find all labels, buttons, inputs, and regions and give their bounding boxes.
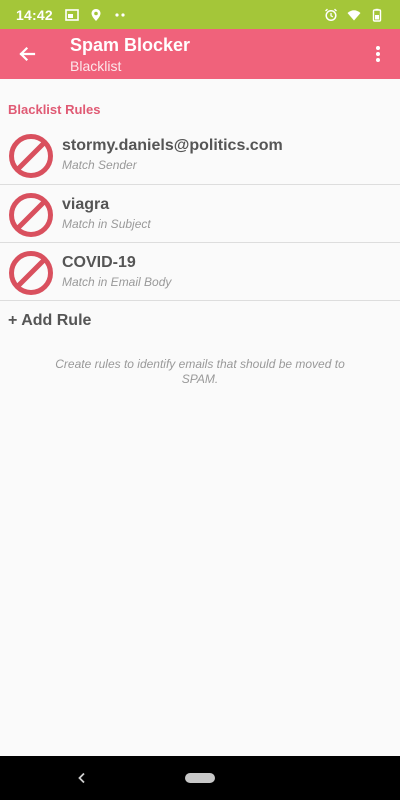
block-icon [9,193,53,237]
rule-match-type: Match Sender [62,158,137,172]
nav-back-button[interactable] [72,768,92,788]
wifi-icon [347,9,361,20]
navigation-bar [0,756,400,800]
page-subtitle: Blacklist [70,58,122,74]
status-icons-right [324,8,384,22]
status-time: 14:42 [16,6,53,23]
overflow-menu-button[interactable] [366,42,390,66]
rule-item[interactable]: viagra Match in Subject [0,185,400,243]
page-title: Spam Blocker [70,35,191,55]
rule-title: COVID-19 [62,254,136,271]
nav-home-pill[interactable] [185,773,215,783]
location-icon [91,8,101,21]
rule-title: stormy.daniels@politics.com [62,137,283,154]
add-rule-button[interactable]: + Add Rule [8,312,91,330]
back-button[interactable] [14,41,40,67]
arrow-back-icon [19,46,36,62]
status-icons-left [65,8,127,22]
rule-item[interactable]: stormy.daniels@politics.com Match Sender [0,126,400,185]
gallery-icon [65,8,79,21]
alarm-icon [325,8,337,21]
status-bar: 14:42 [0,0,400,29]
chevron-left-icon [78,772,85,784]
help-text: Create rules to identify emails that sho… [55,357,345,386]
rule-match-type: Match in Subject [62,217,151,231]
battery-icon [372,8,382,22]
rule-item[interactable]: COVID-19 Match in Email Body [0,243,400,301]
more-vert-icon [376,46,380,62]
rule-list: stormy.daniels@politics.com Match Sender… [0,126,400,301]
block-icon [9,134,53,178]
more-dots-icon [115,12,125,17]
rule-title: viagra [62,196,110,213]
rule-match-type: Match in Email Body [62,275,172,289]
section-header: Blacklist Rules [8,102,101,117]
app-bar: Spam Blocker Blacklist [0,29,400,79]
block-icon [9,251,53,295]
